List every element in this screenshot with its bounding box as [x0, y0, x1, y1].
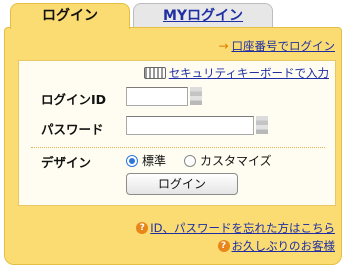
security-keyboard-link-label[interactable]: セキュリティキーボードで入力: [169, 65, 329, 81]
question-icon: ?: [136, 222, 149, 234]
password-input[interactable]: [126, 116, 254, 135]
password-label: パスワード: [41, 122, 104, 137]
radio-customize[interactable]: カスタマイズ: [184, 152, 272, 169]
radio-standard[interactable]: 標準: [126, 152, 166, 169]
account-login-link[interactable]: → 口座番号でログイン: [218, 38, 335, 54]
keyboard-icon: [143, 67, 166, 79]
forgot-link-label[interactable]: ID、パスワードを忘れた方はこちら: [150, 220, 335, 236]
right-arrow-icon: →: [218, 39, 229, 53]
radio-customize-button[interactable]: [184, 154, 196, 167]
login-id-label: ログインID: [41, 92, 107, 107]
login-id-mask: [190, 87, 202, 105]
question-icon: ?: [217, 240, 230, 252]
password-mask: [256, 116, 268, 134]
tab-login-label: ログイン: [42, 8, 98, 24]
radio-customize-label: カスタマイズ: [200, 154, 272, 168]
security-keyboard-link[interactable]: セキュリティキーボードで入力: [143, 65, 329, 81]
long-time-link[interactable]: ? お久しぶりのお客様: [217, 238, 336, 254]
design-label: デザイン: [41, 155, 92, 170]
tab-login[interactable]: ログイン: [10, 3, 130, 29]
long-time-link-label[interactable]: お久しぶりのお客様: [232, 238, 336, 254]
login-form: セキュリティキーボードで入力 ログインID パスワード デザイン 標準 カスタマ…: [18, 60, 336, 206]
tab-my-login-label: MYログイン: [162, 8, 244, 24]
tab-my-login[interactable]: MYログイン: [133, 3, 273, 27]
radio-standard-label: 標準: [142, 154, 167, 168]
radio-standard-button[interactable]: [126, 154, 138, 167]
account-login-link-label[interactable]: 口座番号でログイン: [232, 38, 336, 54]
login-button[interactable]: ログイン: [126, 173, 238, 195]
forgot-link[interactable]: ? ID、パスワードを忘れた方はこちら: [136, 220, 335, 236]
login-panel: → 口座番号でログイン セキュリティキーボードで入力 ログインID パスワード …: [4, 27, 342, 265]
divider: [31, 147, 325, 148]
login-id-input[interactable]: [126, 87, 188, 106]
